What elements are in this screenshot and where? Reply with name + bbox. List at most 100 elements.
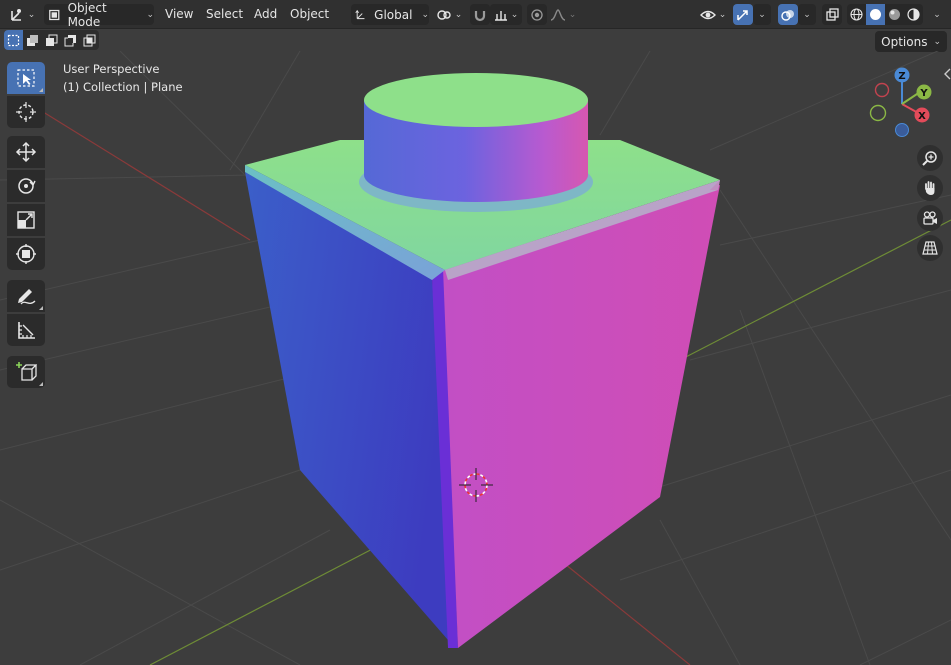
shading-dropdown[interactable]: ⌄	[928, 4, 946, 25]
xray-toggle[interactable]	[822, 4, 842, 25]
mode-dropdown[interactable]: Object Mode ⌄	[44, 1, 154, 29]
move-icon	[15, 141, 37, 163]
select-extend-button[interactable]	[23, 30, 42, 50]
shading-wireframe-button[interactable]	[847, 4, 866, 25]
neg-x-handle[interactable]	[874, 82, 890, 98]
magnet-icon	[474, 10, 486, 21]
chevron-down-icon: ⌄	[454, 9, 463, 20]
wireframe-sphere-icon	[850, 8, 863, 21]
chevron-down-icon: ⌄	[421, 9, 429, 20]
options-label: Options	[881, 34, 928, 49]
chevron-down-icon: ⌄	[510, 9, 519, 20]
proportional-edit-toggle[interactable]	[527, 4, 547, 25]
collection-label: (1) Collection | Plane	[63, 80, 183, 94]
x-axis-line-front	[559, 559, 691, 665]
transform-orientation-dropdown[interactable]: Global ⌄	[351, 4, 429, 25]
select-invert-button[interactable]	[61, 30, 80, 50]
orientation-gizmo-icon	[10, 8, 21, 21]
chevron-down-icon: ⌄	[718, 9, 727, 20]
eye-icon	[699, 10, 716, 19]
snap-toggle[interactable]	[470, 4, 490, 25]
falloff-dropdown[interactable]: ⌄	[548, 4, 578, 25]
select-mode-group	[4, 30, 99, 50]
shading-material-button[interactable]	[885, 4, 904, 25]
overlay-dropdown[interactable]: ⌄	[798, 4, 816, 25]
measure-ruler-icon	[18, 322, 35, 339]
perspective-toggle-button[interactable]	[917, 235, 943, 261]
menu-object[interactable]: Object	[284, 4, 335, 25]
sidebar-toggle-arrow[interactable]	[944, 68, 951, 80]
proportional-edit-icon	[531, 8, 543, 21]
select-subtract-button[interactable]	[42, 30, 61, 50]
orientation-label: Global	[374, 7, 413, 22]
pan-button[interactable]	[917, 175, 943, 201]
chevron-down-icon: ⌄	[758, 9, 766, 20]
3d-viewport[interactable]	[0, 51, 951, 665]
tool-add-cube[interactable]	[7, 356, 45, 388]
viewport-header: ⌄ Object Mode ⌄ View Select Add Object G…	[0, 0, 951, 29]
chevron-down-icon: ⌄	[568, 9, 577, 20]
y-axis-line	[149, 544, 381, 665]
tool-move[interactable]	[7, 136, 45, 168]
overlay-toggle[interactable]	[778, 4, 798, 25]
neg-z-handle[interactable]	[895, 123, 909, 137]
tool-transform[interactable]	[7, 238, 45, 270]
transform-icon	[16, 244, 36, 264]
zoom-button[interactable]	[917, 145, 943, 171]
lego-brick[interactable]	[245, 73, 720, 648]
neg-y-handle[interactable]	[869, 104, 887, 122]
chevron-down-icon: ⌄	[933, 36, 941, 47]
shading-rendered-button[interactable]	[904, 4, 923, 25]
x-axis-line	[39, 109, 251, 241]
tool-options-corner	[39, 88, 43, 92]
x-axis-label: X	[918, 111, 926, 122]
menu-select[interactable]: Select	[200, 4, 249, 25]
chevron-down-icon: ⌄	[933, 9, 941, 20]
falloff-curve-icon	[550, 8, 565, 21]
select-intersect-icon	[83, 34, 96, 46]
chevron-left-icon	[944, 68, 951, 80]
gizmo-dropdown[interactable]: ⌄	[753, 4, 771, 25]
navigation-gizmo[interactable]: Z Y X	[862, 62, 942, 142]
gizmo-arrows-icon	[737, 9, 748, 21]
tool-measure[interactable]	[7, 314, 45, 346]
shading-solid-button[interactable]	[866, 4, 885, 25]
chevron-down-icon: ⌄	[146, 9, 154, 20]
tool-options-corner	[39, 382, 43, 386]
select-new-icon	[7, 34, 20, 46]
y-axis-label: Y	[919, 88, 928, 99]
zoom-icon	[922, 151, 937, 166]
chevron-down-icon: ⌄	[27, 9, 36, 20]
options-dropdown[interactable]: Options ⌄	[875, 31, 947, 52]
pivot-point-dropdown[interactable]: ⌄	[434, 4, 464, 25]
perspective-label: User Perspective	[63, 62, 160, 76]
viewport-scene	[0, 51, 951, 665]
tool-rotate[interactable]	[7, 170, 45, 202]
camera-icon	[923, 211, 937, 225]
select-new-button[interactable]	[4, 30, 23, 50]
camera-view-button[interactable]	[917, 205, 943, 231]
tool-scale[interactable]	[7, 204, 45, 236]
z-axis-label: Z	[898, 71, 905, 82]
gizmo-toggle[interactable]	[733, 4, 753, 25]
tool-cursor[interactable]	[7, 96, 45, 128]
axes-icon	[355, 9, 365, 19]
tool-options-corner	[39, 306, 43, 310]
solid-sphere-icon	[870, 9, 881, 20]
editor-type-button[interactable]: ⌄	[6, 4, 38, 25]
tool-annotate[interactable]	[7, 280, 45, 312]
rendered-sphere-icon	[907, 8, 920, 21]
visibility-dropdown[interactable]: ⌄	[697, 4, 729, 25]
cursor-icon	[16, 102, 36, 122]
menu-view[interactable]: View	[159, 4, 199, 25]
snap-target-dropdown[interactable]: ⌄	[490, 4, 522, 25]
tool-settings-bar: Options ⌄	[0, 29, 951, 52]
xray-icon	[826, 7, 839, 21]
select-intersect-button[interactable]	[80, 30, 99, 50]
menu-add[interactable]: Add	[248, 4, 283, 25]
shading-mode-group	[847, 4, 923, 25]
overlay-circles-icon	[781, 9, 794, 21]
annotate-pencil-icon	[18, 289, 36, 305]
object-mode-icon	[49, 9, 60, 20]
tool-select-box[interactable]	[7, 62, 45, 94]
